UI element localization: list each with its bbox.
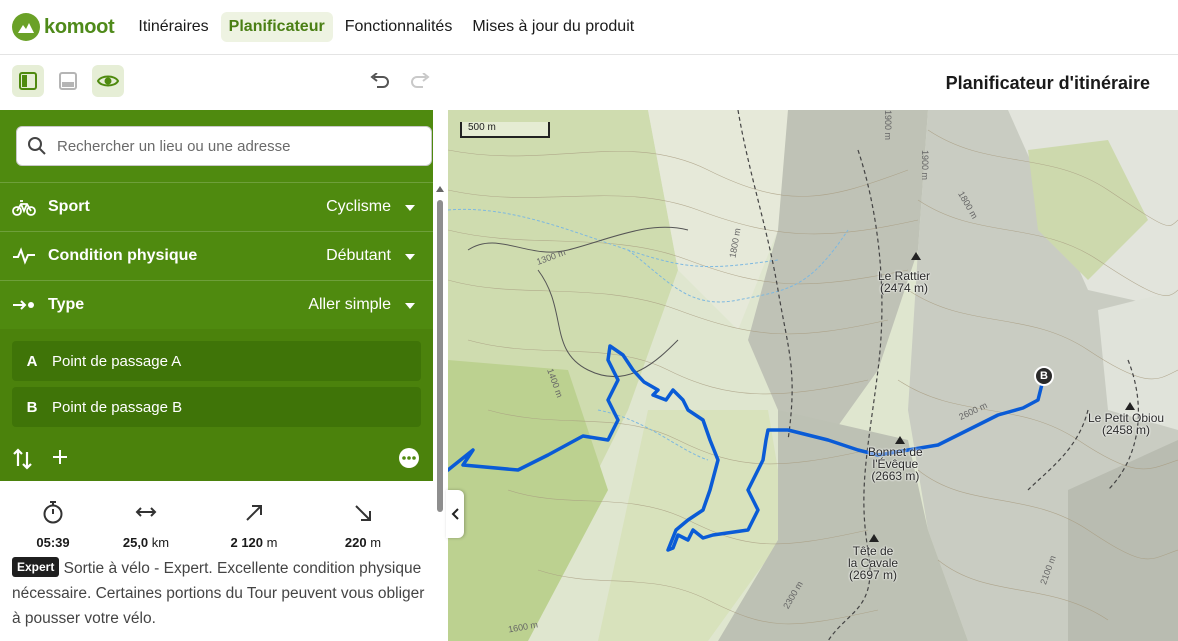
- descent-unit: m: [370, 535, 382, 550]
- waypoint-actions: [12, 445, 421, 473]
- mountain-logo-icon: [12, 13, 40, 41]
- search-input[interactable]: [57, 137, 397, 155]
- peak-label-bonnet-eveque: Bonnet de l'Évêque (2663 m): [868, 445, 923, 483]
- eye-icon: [97, 75, 119, 87]
- brand-name: komoot: [44, 15, 115, 38]
- chevron-left-icon: [451, 508, 459, 520]
- fitness-selector[interactable]: Condition physique Débutant: [0, 231, 433, 280]
- stat-duration: 05:39: [13, 500, 93, 550]
- swap-arrows-icon: [13, 448, 32, 470]
- descent-icon: [355, 505, 371, 521]
- undo-icon: [370, 73, 389, 88]
- komoot-logo[interactable]: komoot: [12, 13, 115, 41]
- arrow-dot-icon: [0, 298, 48, 312]
- waypoints-section: A Point de passage A B Point de passage …: [0, 329, 433, 481]
- distance-unit: km: [151, 535, 170, 550]
- type-label: Type: [48, 296, 85, 313]
- top-navigation: komoot Itinéraires Planificateur Fonctio…: [0, 0, 1178, 55]
- fitness-value: Débutant: [326, 247, 391, 264]
- stopwatch-icon: [43, 501, 63, 524]
- difficulty-text: Sortie à vélo - Expert. Excellente condi…: [12, 560, 425, 627]
- type-value: Aller simple: [308, 296, 391, 313]
- stat-distance: 25,0 km: [106, 500, 186, 550]
- nav-fonctionnalites[interactable]: Fonctionnalités: [337, 12, 461, 42]
- nav-planificateur[interactable]: Planificateur: [220, 12, 333, 42]
- fitness-label: Condition physique: [48, 247, 198, 264]
- plus-icon: [53, 450, 67, 464]
- sidebar-scrollbar[interactable]: [434, 182, 446, 512]
- search-icon: [28, 137, 46, 155]
- bottom-panel-icon: [59, 72, 77, 90]
- page-title: Planificateur d'itinéraire: [945, 73, 1150, 93]
- chevron-down-icon: [405, 296, 415, 314]
- contour-label: 1900 m: [883, 110, 894, 141]
- ascent-unit: m: [266, 535, 278, 550]
- route-settings-panel: Sport Cyclisme Condition physique Débuta…: [0, 110, 433, 481]
- ascent-icon: [246, 505, 262, 521]
- duration-value: 05:39: [36, 535, 70, 550]
- planner-toolbar: Planificateur d'itinéraire: [0, 55, 1178, 110]
- waypoint-letter: A: [26, 352, 38, 370]
- scrollbar-thumb[interactable]: [437, 200, 443, 512]
- sport-label: Sport: [48, 198, 90, 215]
- pulse-icon: [0, 247, 48, 265]
- peak-label-petit-obiou: Le Petit Obiou (2458 m): [1088, 411, 1165, 437]
- waypoint-a[interactable]: A Point de passage A: [12, 341, 421, 381]
- bicycle-icon: [0, 198, 48, 216]
- reverse-route-button[interactable]: [12, 448, 34, 475]
- descent-value: 220: [344, 535, 367, 550]
- difficulty-badge: Expert: [12, 557, 60, 577]
- scroll-up-icon: [436, 186, 444, 192]
- sidebar-toggle-button[interactable]: [12, 65, 44, 97]
- preview-toggle-button[interactable]: [92, 65, 124, 97]
- redo-button[interactable]: [404, 65, 436, 97]
- waypoint-label: Point de passage B: [52, 398, 183, 416]
- map-scale-bar: 500 m: [460, 122, 550, 138]
- undo-button[interactable]: [364, 65, 396, 97]
- waypoint-letter: B: [26, 398, 38, 416]
- bottom-panel-toggle-button[interactable]: [52, 65, 84, 97]
- nav-itineraires[interactable]: Itinéraires: [130, 12, 216, 42]
- stat-ascent: 2 120 m: [214, 500, 294, 550]
- redo-icon: [411, 73, 430, 88]
- route-stats: 05:39 25,0 km 2 120 m 220 m: [0, 500, 433, 560]
- sidebar-panel-icon: [19, 72, 37, 90]
- more-dots-icon: [399, 448, 419, 468]
- peak-label-le-rattier: Le Rattier (2474 m): [878, 269, 931, 295]
- chevron-down-icon: [405, 198, 415, 216]
- nav-mises-a-jour[interactable]: Mises à jour du produit: [464, 12, 642, 42]
- add-waypoint-button[interactable]: [52, 449, 68, 470]
- map-view[interactable]: 500 m B Le Rattier (2474 m) Bonnet de l'Év…: [448, 110, 1178, 641]
- search-box[interactable]: [16, 126, 432, 166]
- difficulty-description: Expert Sortie à vélo - Expert. Excellent…: [12, 556, 432, 631]
- stat-descent: 220 m: [323, 500, 403, 550]
- sport-selector[interactable]: Sport Cyclisme: [0, 182, 433, 231]
- peak-label-tete-cavale: Tête de la Cavale (2697 m): [848, 544, 899, 582]
- contour-label: 1900 m: [920, 149, 931, 181]
- chevron-down-icon: [405, 247, 415, 265]
- route-type-selector[interactable]: Type Aller simple: [0, 280, 433, 329]
- waypoint-b[interactable]: B Point de passage B: [12, 387, 421, 427]
- collapse-sidebar-button[interactable]: [446, 490, 464, 538]
- ascent-value: 2 120: [230, 535, 264, 550]
- more-options-button[interactable]: [398, 447, 420, 474]
- waypoint-label: Point de passage A: [52, 352, 182, 370]
- end-marker-b[interactable]: B: [1034, 366, 1054, 386]
- distance-icon: [135, 507, 157, 517]
- planner-sidebar: Sport Cyclisme Condition physique Débuta…: [0, 110, 448, 641]
- sport-value: Cyclisme: [326, 198, 391, 215]
- distance-value: 25,0: [122, 535, 149, 550]
